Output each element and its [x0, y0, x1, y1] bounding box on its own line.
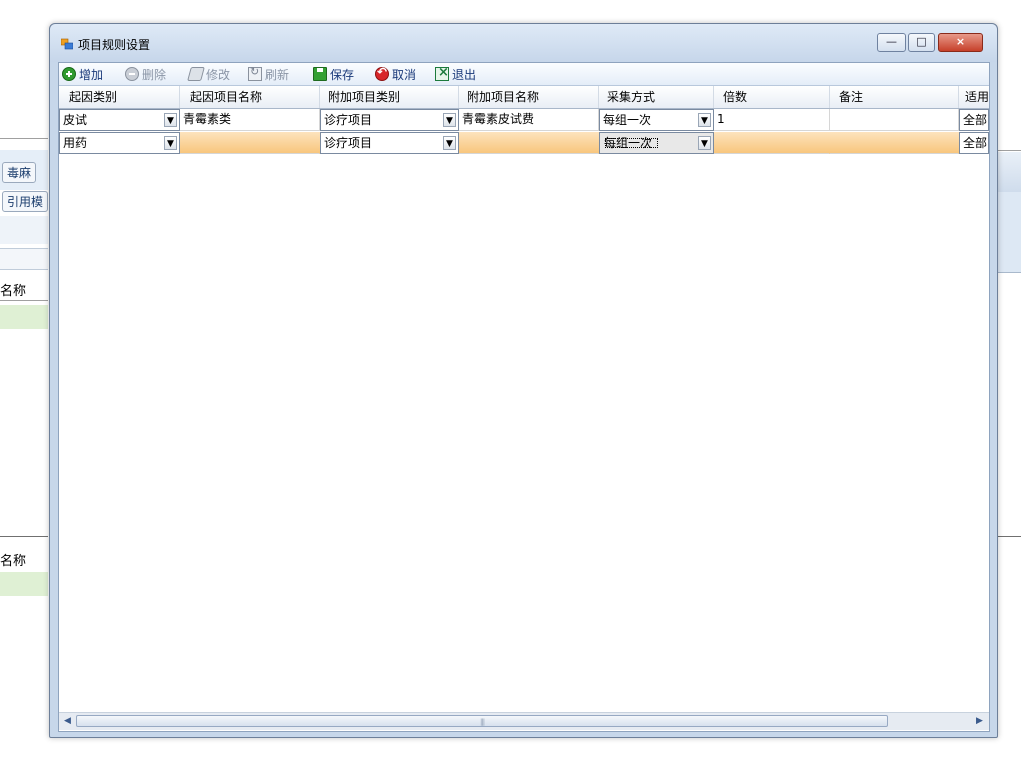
save-button[interactable]: 保存: [313, 66, 354, 82]
chevron-down-icon[interactable]: ▼: [443, 136, 456, 150]
bg-selected-row[interactable]: [0, 305, 48, 329]
dialog-client: 增加 删除 修改 刷新 保存 取消 退出 起因类别 起因项目名称 附加项目类别 …: [58, 62, 990, 732]
toolbar: 增加 删除 修改 刷新 保存 取消 退出: [59, 63, 989, 86]
cancel-icon: [375, 65, 389, 81]
dialog-title: 项目规则设置: [78, 38, 151, 52]
col-header-extra-item[interactable]: 附加项目名称: [459, 86, 599, 108]
cancel-button[interactable]: 取消: [375, 65, 417, 82]
col-header-extra-type[interactable]: 附加项目类别: [320, 86, 459, 108]
bg-right-panel: [996, 152, 1021, 192]
bg-chip-template[interactable]: 引用模: [2, 191, 49, 212]
bg-panel: [0, 248, 48, 270]
chevron-down-icon[interactable]: ▼: [164, 136, 177, 150]
cause-item-cell[interactable]: [180, 132, 320, 154]
table-row[interactable]: 皮试 ▼ 青霉素类 诊疗项目 ▼ 青霉素皮试费 每组一次 ▼ 1 全部: [59, 109, 989, 131]
bg-divider: [996, 536, 1021, 537]
add-icon: [62, 67, 76, 81]
apply-combo[interactable]: 全部: [959, 132, 989, 154]
apply-combo[interactable]: 全部: [959, 109, 989, 131]
add-button[interactable]: 增加: [62, 66, 103, 82]
extra-type-value: 诊疗项目: [324, 113, 373, 127]
scroll-left-icon[interactable]: ◀: [60, 714, 75, 729]
collect-value: 每组一次: [603, 113, 652, 127]
bg-divider: [0, 536, 48, 537]
bg-right-panel: [996, 192, 1021, 273]
chevron-down-icon[interactable]: ▼: [443, 113, 456, 127]
cause-type-combo[interactable]: 用药 ▼: [59, 132, 180, 154]
maximize-button[interactable]: □: [908, 33, 935, 52]
extra-item-cell[interactable]: 青霉素皮试费: [459, 109, 599, 131]
add-label: 增加: [79, 67, 104, 82]
collect-value: 每组一次: [603, 136, 660, 150]
scroll-thumb[interactable]: |||: [76, 715, 888, 727]
rule-grid: 起因类别 起因项目名称 附加项目类别 附加项目名称 采集方式 倍数 备注 适用 …: [59, 86, 989, 712]
multiple-cell[interactable]: 1: [714, 109, 830, 131]
col-header-cause-item[interactable]: 起因项目名称: [180, 86, 320, 108]
col-header-cause-type[interactable]: 起因类别: [59, 86, 180, 108]
collect-combo[interactable]: 每组一次 ▼: [599, 109, 714, 131]
app-icon: [61, 38, 73, 50]
table-row-selected[interactable]: 用药 ▼ 诊疗项目 ▼ 每组一次 ▼ 全部: [59, 132, 989, 154]
project-rule-dialog: 项目规则设置 — □ × 增加 删除 修改 刷新 保存 取消 退出 起因类别 起…: [49, 23, 998, 738]
refresh-label: 刷新: [265, 67, 290, 82]
edit-label: 修改: [206, 67, 231, 82]
chevron-down-icon[interactable]: ▼: [164, 113, 177, 127]
exit-button[interactable]: 退出: [435, 65, 477, 82]
minimize-button[interactable]: —: [877, 33, 906, 52]
edit-button[interactable]: 修改: [187, 66, 231, 82]
exit-label: 退出: [452, 67, 477, 82]
grid-header: 起因类别 起因项目名称 附加项目类别 附加项目名称 采集方式 倍数 备注 适用: [59, 86, 989, 109]
delete-icon: [125, 67, 139, 81]
extra-type-combo[interactable]: 诊疗项目 ▼: [320, 109, 459, 131]
extra-type-combo[interactable]: 诊疗项目 ▼: [320, 132, 459, 154]
cause-type-value: 皮试: [63, 113, 88, 127]
exit-icon: [435, 65, 449, 81]
edit-icon: [187, 67, 205, 81]
apply-value: 全部: [963, 113, 988, 127]
col-header-collect[interactable]: 采集方式: [599, 86, 714, 108]
bg-panel: [0, 216, 48, 244]
col-header-note[interactable]: 备注: [830, 86, 959, 108]
bg-selected-row[interactable]: [0, 572, 48, 596]
title-bar[interactable]: 项目规则设置 — □ ×: [50, 24, 997, 62]
bg-col-name: 名称: [0, 284, 27, 299]
extra-type-value: 诊疗项目: [324, 136, 373, 150]
bg-col-name: 名称: [0, 554, 27, 569]
apply-value: 全部: [963, 136, 988, 150]
save-icon: [313, 67, 327, 81]
refresh-icon: [248, 65, 262, 81]
cause-type-value: 用药: [63, 136, 88, 150]
delete-button[interactable]: 删除: [125, 66, 166, 82]
minimize-icon: —: [886, 35, 897, 48]
refresh-button[interactable]: 刷新: [248, 65, 290, 82]
col-header-apply[interactable]: 适用: [959, 86, 989, 108]
scroll-right-icon[interactable]: ▶: [972, 714, 987, 729]
extra-item-cell[interactable]: [459, 132, 599, 154]
horizontal-scrollbar[interactable]: ◀ ||| ▶: [59, 712, 989, 730]
close-button[interactable]: ×: [938, 33, 983, 52]
cause-type-combo[interactable]: 皮试 ▼: [59, 109, 180, 131]
bg-divider: [996, 150, 1021, 151]
col-header-multiple[interactable]: 倍数: [714, 86, 830, 108]
chevron-down-icon[interactable]: ▼: [698, 136, 711, 150]
bg-chip-dupo[interactable]: 毒麻: [2, 162, 37, 183]
cancel-label: 取消: [392, 67, 417, 82]
save-label: 保存: [330, 67, 355, 82]
cause-item-cell[interactable]: 青霉素类: [180, 109, 320, 131]
grip-icon: |||: [480, 718, 485, 726]
close-icon: ×: [955, 35, 966, 48]
chevron-down-icon[interactable]: ▼: [698, 113, 711, 127]
note-cell[interactable]: [830, 132, 959, 154]
bg-divider: [0, 138, 48, 139]
bg-divider: [0, 300, 48, 301]
delete-label: 删除: [142, 67, 167, 82]
note-cell[interactable]: [830, 109, 959, 131]
collect-combo[interactable]: 每组一次 ▼: [599, 132, 714, 154]
maximize-icon: □: [916, 35, 927, 48]
multiple-cell[interactable]: [714, 132, 830, 154]
